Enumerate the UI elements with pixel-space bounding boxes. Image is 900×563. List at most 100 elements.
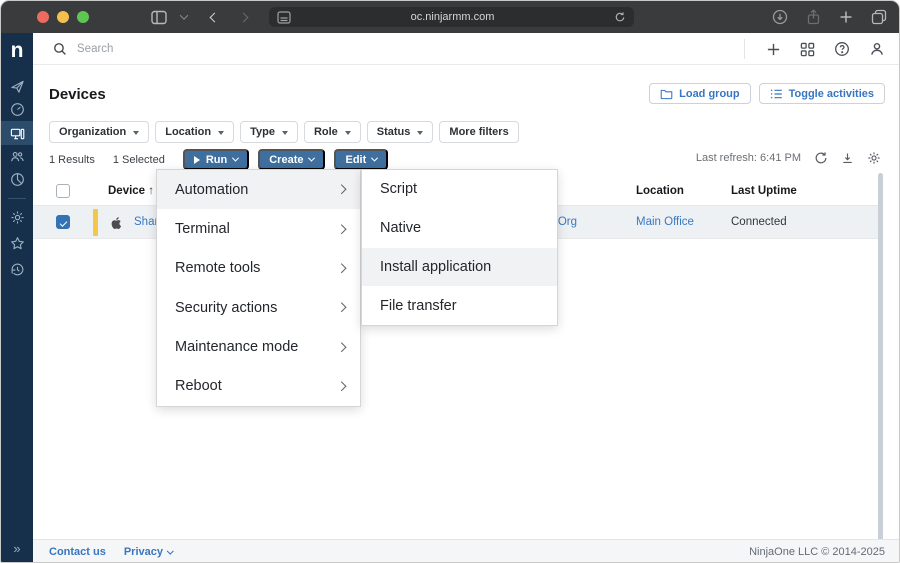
column-header-location[interactable]: Location [636, 176, 684, 206]
table-settings-gear-icon[interactable] [867, 151, 881, 165]
share-icon[interactable] [806, 9, 821, 25]
apps-grid-icon[interactable] [800, 42, 815, 57]
chevron-right-icon [336, 264, 345, 273]
more-filters-button[interactable]: More filters [439, 121, 518, 143]
chevron-right-icon [336, 185, 345, 194]
menu-item-maintenance-mode[interactable]: Maintenance mode [157, 327, 360, 366]
filter-role[interactable]: Role [304, 121, 361, 143]
users-icon [10, 149, 25, 164]
filter-location[interactable]: Location [155, 121, 234, 143]
submenu-item-file-transfer[interactable]: File transfer [362, 286, 557, 325]
download-icon[interactable] [841, 151, 854, 165]
url-text: oc.ninjarmm.com [291, 11, 614, 23]
location-link[interactable]: Main Office [636, 206, 694, 239]
caret-down-icon [417, 131, 423, 135]
privacy-link[interactable]: Privacy [124, 546, 173, 558]
ninjaone-logo[interactable]: n [1, 33, 33, 67]
menu-item-terminal[interactable]: Terminal [157, 209, 360, 248]
results-count: 1 Results [49, 154, 95, 166]
menu-item-reboot[interactable]: Reboot [157, 366, 360, 405]
app-sidebar: n » [1, 33, 33, 563]
copyright-text: NinjaOne LLC © 2014-2025 [749, 546, 885, 558]
window-controls [37, 11, 89, 23]
run-button[interactable]: Run [183, 149, 249, 170]
sidebar-item-devices[interactable] [1, 121, 33, 145]
forward-button[interactable] [240, 14, 247, 21]
sidebar-item-end-users[interactable] [1, 145, 33, 168]
page-reload-icon[interactable] [614, 11, 626, 23]
quick-add-icon[interactable] [766, 42, 781, 57]
toggle-activities-button[interactable]: Toggle activities [759, 83, 885, 104]
global-search[interactable]: Search [53, 42, 113, 56]
last-uptime-value: Connected [731, 206, 787, 239]
filter-status[interactable]: Status [367, 121, 434, 143]
history-icon [10, 262, 25, 277]
caret-down-icon [133, 131, 139, 135]
minimize-window-button[interactable] [57, 11, 69, 23]
new-tab-icon[interactable] [839, 10, 853, 24]
caret-down-icon [282, 131, 288, 135]
load-group-button[interactable]: Load group [649, 83, 751, 104]
submenu-item-install-application[interactable]: Install application [362, 248, 557, 287]
submenu-item-native[interactable]: Native [362, 209, 557, 248]
submenu-item-script[interactable]: Script [362, 170, 557, 209]
downloads-icon[interactable] [772, 9, 788, 25]
last-refresh-text: Last refresh: 6:41 PM [696, 152, 801, 164]
chevron-down-icon [232, 155, 239, 162]
sidebar-item-reporting[interactable] [1, 168, 33, 191]
row-checkbox[interactable] [56, 215, 70, 229]
filter-type[interactable]: Type [240, 121, 298, 143]
sidebar-toggle-icon[interactable] [151, 10, 167, 25]
device-name-link[interactable]: Shar [134, 216, 158, 228]
sidebar-item-getting-started[interactable] [1, 75, 33, 98]
play-icon [194, 156, 200, 164]
caret-down-icon [345, 131, 351, 135]
star-icon [10, 236, 25, 251]
sidebar-divider [8, 198, 26, 199]
menu-item-security-actions[interactable]: Security actions [157, 288, 360, 327]
select-all-checkbox[interactable] [56, 184, 70, 198]
reader-view-icon[interactable] [277, 11, 291, 24]
selected-count: 1 Selected [113, 154, 165, 166]
column-header-device[interactable]: Device ↑ [108, 176, 154, 206]
sidebar-item-recent[interactable] [1, 258, 33, 281]
tab-overview-icon[interactable] [871, 9, 887, 25]
sidebar-menu-chevron-icon[interactable] [181, 14, 187, 20]
close-window-button[interactable] [37, 11, 49, 23]
rocket-icon [10, 79, 25, 94]
folder-icon [660, 88, 673, 100]
menu-item-automation[interactable]: Automation [157, 170, 360, 209]
chevron-right-icon [336, 303, 345, 312]
chevron-right-icon [336, 342, 345, 351]
sidebar-item-administration[interactable] [1, 206, 33, 229]
sidebar-expand-icon[interactable]: » [13, 541, 20, 556]
sidebar-item-dashboard[interactable] [1, 98, 33, 121]
page-footer: Contact us Privacy NinjaOne LLC © 2014-2… [33, 539, 900, 563]
menu-item-remote-tools[interactable]: Remote tools [157, 249, 360, 288]
zoom-window-button[interactable] [77, 11, 89, 23]
sort-asc-icon: ↑ [148, 185, 154, 197]
chevron-right-icon [336, 224, 345, 233]
column-header-last-uptime[interactable]: Last Uptime [731, 176, 797, 206]
create-button[interactable]: Create [258, 149, 325, 170]
chevron-down-icon [308, 155, 315, 162]
browser-window: oc.ninjarmm.com n [0, 0, 900, 563]
edit-button[interactable]: Edit [334, 149, 388, 170]
chevron-right-icon [336, 382, 345, 391]
filter-organization[interactable]: Organization [49, 121, 149, 143]
page-title: Devices [49, 86, 106, 103]
gear-icon [10, 210, 25, 225]
header-divider [744, 39, 745, 59]
search-placeholder: Search [77, 43, 113, 55]
sidebar-item-favorites[interactable] [1, 232, 33, 255]
gauge-icon [10, 102, 25, 117]
chevron-down-icon [167, 547, 173, 553]
back-button[interactable] [211, 14, 218, 21]
list-icon [770, 88, 783, 100]
vertical-scrollbar[interactable] [878, 173, 883, 541]
user-profile-icon[interactable] [869, 41, 885, 57]
refresh-icon[interactable] [814, 151, 828, 165]
address-bar[interactable]: oc.ninjarmm.com [269, 7, 634, 27]
help-icon[interactable] [834, 41, 850, 57]
contact-us-link[interactable]: Contact us [49, 546, 106, 558]
